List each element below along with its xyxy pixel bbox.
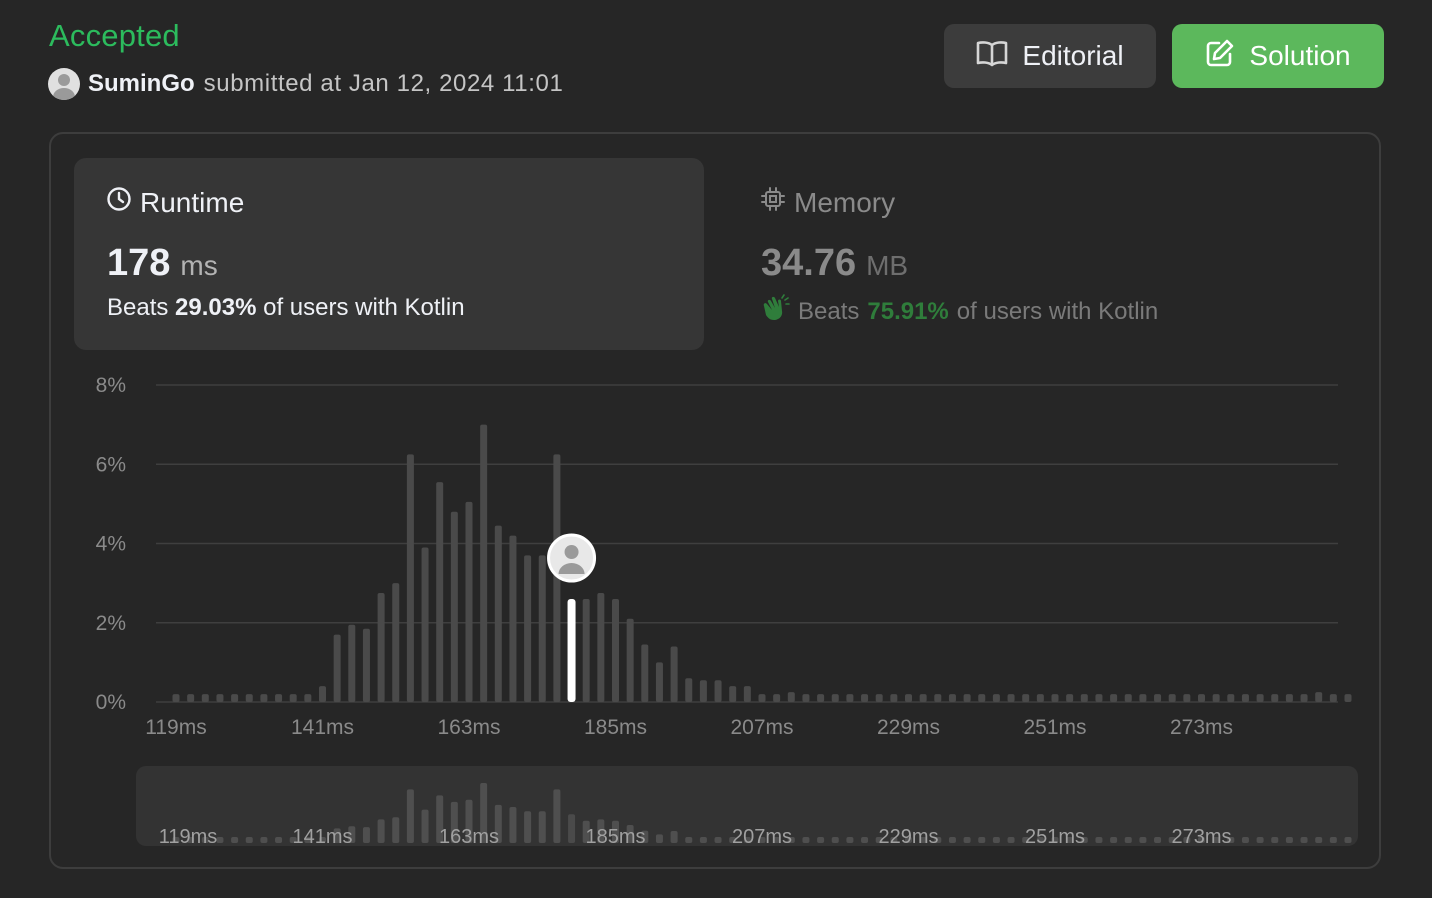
memory-label: Memory — [794, 186, 896, 218]
runtime-beats-suffix: of users with Kotlin — [263, 294, 465, 321]
memory-value: 34.76 — [761, 242, 857, 284]
memory-card[interactable]: Memory 34.76 MB Beats 75.91% of users wi… — [760, 158, 1380, 350]
solution-label: Solution — [1249, 40, 1351, 71]
memory-beats-pct: 75.91% — [867, 297, 949, 325]
submission-info: SuminGo submitted at Jan 12, 2024 11:01 — [48, 68, 563, 100]
editorial-label: Editorial — [1022, 40, 1124, 71]
runtime-label: Runtime — [140, 186, 245, 218]
editorial-button[interactable]: Editorial — [944, 24, 1156, 88]
memory-beats: Beats 75.91% of users with Kotlin — [760, 294, 1158, 329]
edit-icon — [1205, 38, 1235, 75]
runtime-header: Runtime — [106, 186, 244, 219]
runtime-value: 178 — [107, 242, 171, 284]
runtime-beats-prefix: Beats — [107, 294, 169, 321]
memory-beats-prefix: Beats — [798, 297, 860, 325]
solution-button[interactable]: Solution — [1172, 24, 1384, 88]
clock-icon — [106, 186, 132, 219]
memory-header: Memory — [760, 186, 895, 219]
runtime-unit: ms — [180, 250, 218, 281]
username-link[interactable]: SuminGo — [88, 70, 195, 98]
runtime-value-line: 178 ms — [107, 242, 218, 285]
user-avatar[interactable] — [48, 68, 80, 100]
submitted-timestamp: submitted at Jan 12, 2024 11:01 — [203, 70, 564, 97]
runtime-beats-pct: 29.03% — [175, 294, 257, 321]
runtime-card[interactable]: Runtime 178 ms Beats 29.03% of users wit… — [74, 158, 704, 350]
memory-value-line: 34.76 MB — [761, 242, 908, 285]
chart-range-selector[interactable] — [136, 766, 1358, 846]
submission-status: Accepted — [49, 18, 180, 53]
clapping-hands-icon — [760, 294, 790, 329]
memory-beats-suffix: of users with Kotlin — [956, 297, 1159, 325]
memory-unit: MB — [866, 250, 909, 281]
book-open-icon — [976, 39, 1008, 74]
runtime-beats: Beats 29.03% of users with Kotlin — [107, 294, 465, 322]
chip-icon — [760, 186, 786, 219]
